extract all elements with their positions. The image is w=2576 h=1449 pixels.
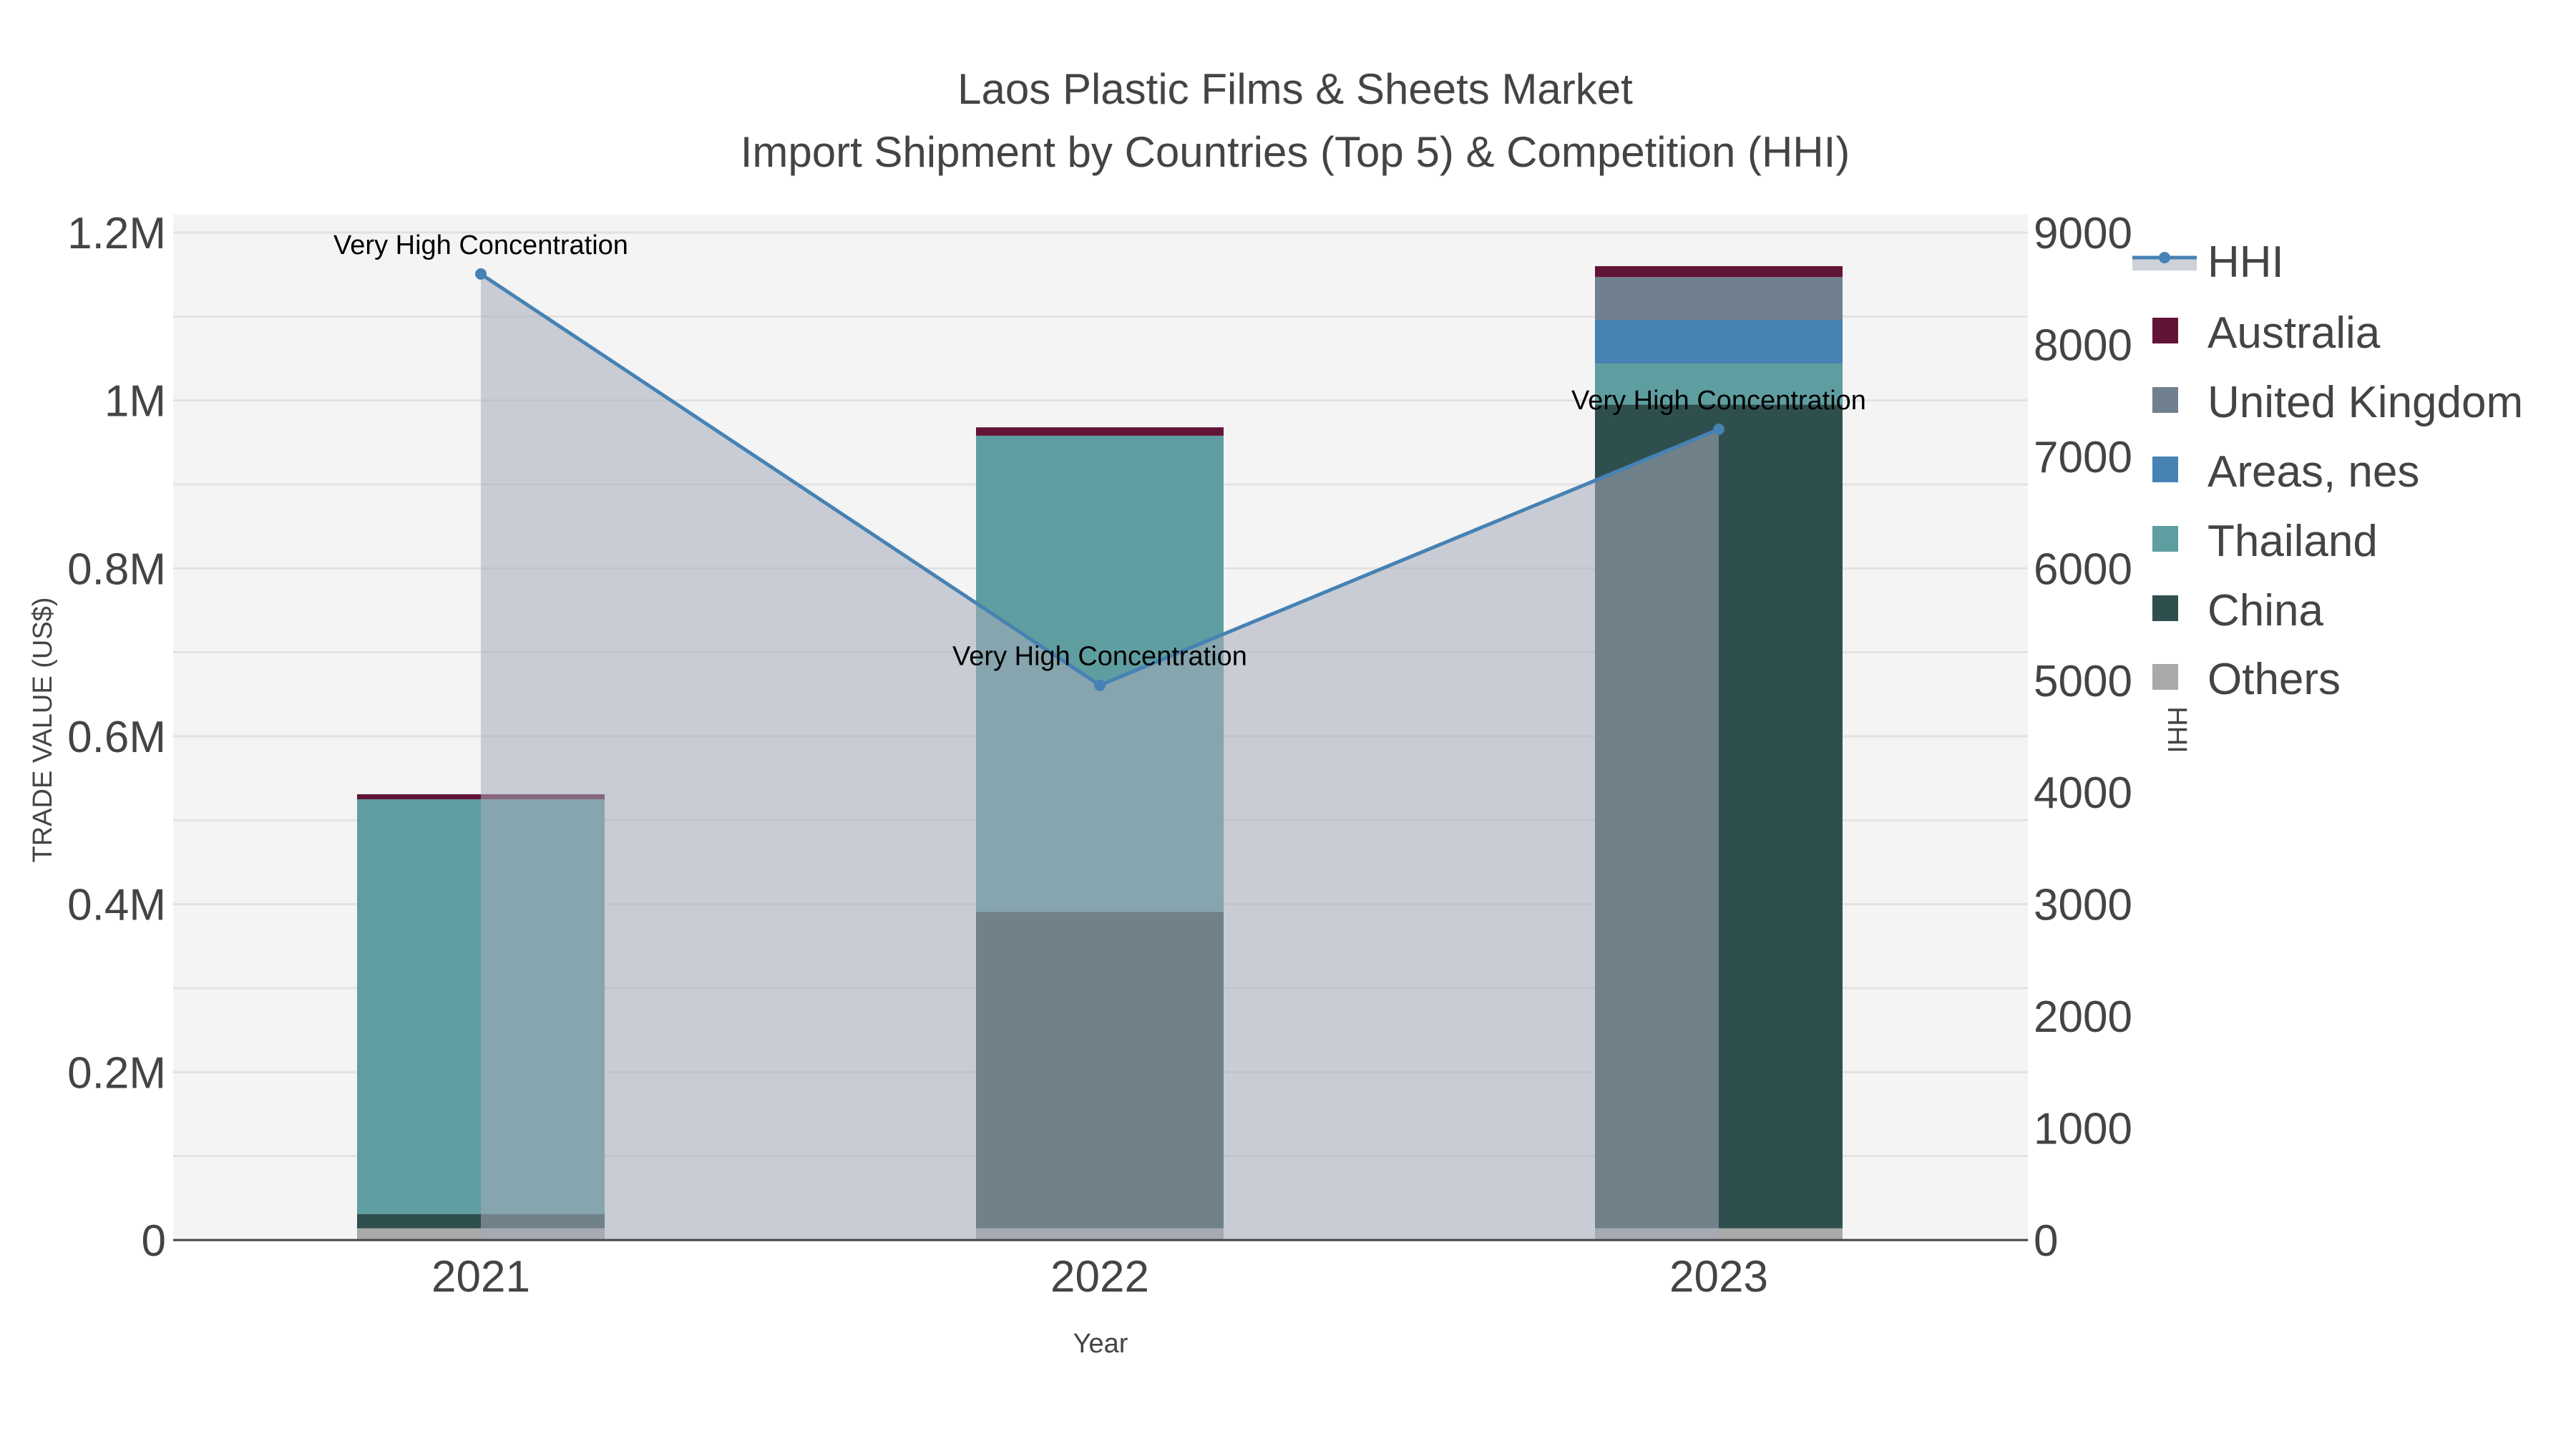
legend-swatch <box>2152 664 2178 690</box>
legend-swatch <box>2152 457 2178 482</box>
y2-tick-label: 2000 <box>2034 992 2132 1042</box>
legend-label: HHI <box>2207 238 2284 287</box>
y2-tick-label: 1000 <box>2034 1105 2132 1154</box>
hhi-point <box>1713 424 1724 436</box>
legend-swatch <box>2152 318 2178 343</box>
chart: Very High Concentration Very High Concent… <box>28 65 2523 1359</box>
legend-label: Others <box>2207 655 2341 704</box>
bar-australia <box>976 427 1224 436</box>
y2-tick-label: 3000 <box>2034 881 2132 930</box>
y2-tick-label: 5000 <box>2034 657 2132 706</box>
x-axis-title: Year <box>1073 1329 1128 1359</box>
y2-tick-label: 7000 <box>2034 433 2132 482</box>
y2-tick-label: 4000 <box>2034 769 2132 818</box>
y2-axis-title: HHI <box>2162 706 2192 753</box>
legend-swatch <box>2152 595 2178 621</box>
hhi-annotation: Very High Concentration <box>1571 386 1866 416</box>
y2-tick-label: 8000 <box>2034 321 2132 370</box>
chart-subtitle: Import Shipment by Countries (Top 5) & C… <box>741 128 1850 176</box>
y2-tick-label: 6000 <box>2034 545 2132 594</box>
legend-label: United Kingdom <box>2207 378 2523 427</box>
legend-swatch <box>2152 526 2178 552</box>
legend-label: Thailand <box>2207 517 2378 566</box>
legend-swatch <box>2152 387 2178 413</box>
hhi-point <box>475 268 487 280</box>
y2-tick-label: 9000 <box>2034 209 2132 258</box>
bar-areas-nes <box>1595 320 1843 364</box>
hhi-point <box>1094 679 1106 691</box>
x-tick-label: 2023 <box>1669 1252 1768 1302</box>
legend-label: Australia <box>2207 308 2381 358</box>
y-tick-label: 1.2M <box>67 209 166 258</box>
y-tick-label: 0.4M <box>67 881 166 930</box>
hhi-annotation: Very High Concentration <box>333 230 628 260</box>
bar-united-kingdom <box>1595 277 1843 321</box>
y-tick-label: 1M <box>104 377 166 426</box>
chart-title: Laos Plastic Films & Sheets Market <box>957 65 1633 113</box>
y2-tick-label: 0 <box>2034 1216 2058 1266</box>
legend-label: Areas, nes <box>2207 447 2419 497</box>
legend-label: China <box>2207 586 2324 635</box>
hhi-annotation: Very High Concentration <box>952 642 1247 672</box>
y-tick-label: 0.6M <box>67 713 166 762</box>
legend-hhi-marker <box>2159 252 2170 263</box>
x-tick-label: 2022 <box>1050 1252 1149 1302</box>
y-tick-label: 0.2M <box>67 1048 166 1098</box>
y-axis-title: TRADE VALUE (US$) <box>28 597 58 863</box>
bar-australia <box>1595 265 1843 278</box>
y-tick-label: 0 <box>142 1216 166 1266</box>
x-tick-label: 2021 <box>431 1252 530 1302</box>
y-tick-label: 0.8M <box>67 545 166 594</box>
